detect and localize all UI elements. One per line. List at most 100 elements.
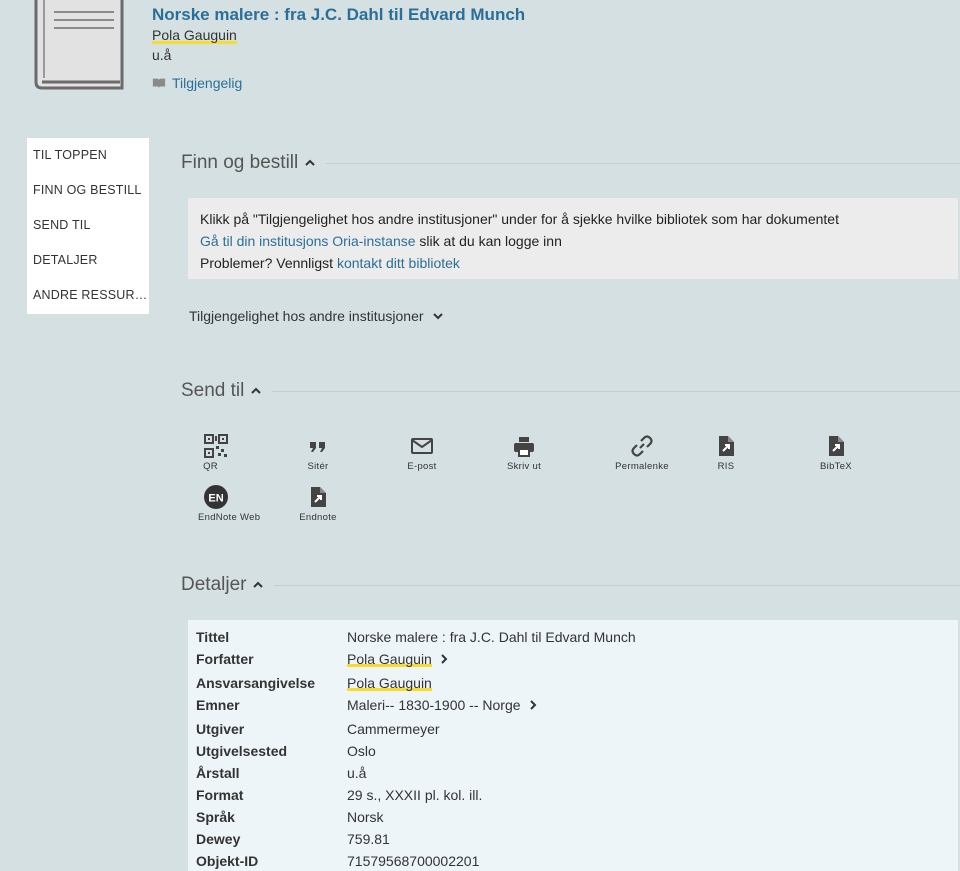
nav-item-find-order[interactable]: FINN OG BESTILL xyxy=(27,173,149,208)
details-value: Cammermeyer xyxy=(347,721,440,737)
details-row-publisher: Utgiver Cammermeyer xyxy=(196,721,440,737)
send-endnote-web-button[interactable]: EN EndNote Web xyxy=(198,484,268,523)
file-export-icon xyxy=(829,436,844,456)
other-institutions-label: Tilgjengelighet hos andre institusjoner xyxy=(189,308,424,324)
details-label: Tittel xyxy=(196,629,230,645)
chevron-right-icon[interactable] xyxy=(438,653,450,665)
send-cite-button[interactable]: Sitér xyxy=(283,433,353,472)
details-value: Oslo xyxy=(347,743,376,759)
side-navigation: TIL TOPPEN FINN OG BESTILL SEND TIL DETA… xyxy=(27,138,149,314)
details-label: Emner xyxy=(196,697,240,713)
send-qr-label: QR xyxy=(203,461,218,472)
info-line-instructions: Klikk på "Tilgjengelighet hos andre inst… xyxy=(200,211,839,227)
details-label: Språk xyxy=(196,809,235,825)
contact-library-link[interactable]: kontakt ditt bibliotek xyxy=(337,255,460,271)
details-value-wrap: Pola Gauguin xyxy=(347,675,432,691)
responsibility-link[interactable]: Pola Gauguin xyxy=(347,675,432,691)
send-print-label: Skriv ut xyxy=(506,461,542,472)
file-export-icon xyxy=(719,436,734,456)
book-open-icon xyxy=(152,78,166,89)
details-row-title: Tittel Norske malere : fra J.C. Dahl til… xyxy=(196,629,636,645)
details-row-object-id: Objekt-ID 71579568700002201 xyxy=(196,853,479,869)
send-bibtex-button[interactable]: BibTeX xyxy=(801,433,871,472)
details-row-format: Format 29 s., XXXII pl. kol. ill. xyxy=(196,787,482,803)
info-line-institution-rest: slik at du kan logge inn xyxy=(415,233,562,249)
subject-link[interactable]: Maleri-- 1830-1900 -- Norge xyxy=(347,697,521,713)
details-label: Utgiver xyxy=(196,721,245,737)
details-label: Forfatter xyxy=(196,651,254,667)
details-section-header: Detaljer xyxy=(181,574,960,596)
details-value: u.å xyxy=(347,765,367,781)
details-row-year: Årstall u.å xyxy=(196,765,366,781)
record-title[interactable]: Norske malere : fra J.C. Dahl til Edvard… xyxy=(152,5,525,25)
details-table: Tittel Norske malere : fra J.C. Dahl til… xyxy=(188,620,958,871)
send-bibtex-label: BibTeX xyxy=(820,461,852,472)
finn-section-title[interactable]: Finn og bestill xyxy=(181,152,298,174)
details-row-dewey: Dewey 759.81 xyxy=(196,831,390,847)
nav-item-other-resources[interactable]: ANDRE RESSURSER xyxy=(27,278,149,313)
problems-text: Problemer? Vennligst xyxy=(200,255,337,271)
printer-icon xyxy=(514,437,534,457)
details-label: Objekt-ID xyxy=(196,853,259,869)
section-divider xyxy=(272,390,960,392)
details-value-wrap: Pola Gauguin xyxy=(347,651,450,667)
send-cite-label: Sitér xyxy=(307,461,329,472)
envelope-icon xyxy=(411,438,433,454)
author-link[interactable]: Pola Gauguin xyxy=(347,651,432,667)
details-label: Årstall xyxy=(196,765,240,781)
book-cover-icon xyxy=(34,0,124,90)
send-qr-button[interactable]: QR xyxy=(181,433,251,472)
section-divider xyxy=(274,584,960,586)
details-label: Ansvarsangivelse xyxy=(196,675,316,691)
details-value: 71579568700002201 xyxy=(347,853,480,869)
info-line-institution: Gå til din institusjons Oria-instanse sl… xyxy=(200,230,946,252)
chevron-down-icon xyxy=(432,313,443,320)
details-value: Norsk xyxy=(347,809,384,825)
details-value: 759.81 xyxy=(347,831,390,847)
section-divider xyxy=(326,162,960,164)
send-endnote-web-label: EndNote Web xyxy=(198,512,261,523)
file-export-icon xyxy=(311,487,326,507)
send-section-title[interactable]: Send til xyxy=(181,380,244,402)
nav-item-top[interactable]: TIL TOPPEN xyxy=(27,138,149,173)
send-email-label: E-post xyxy=(407,461,437,472)
institution-instance-link[interactable]: Gå til din institusjons Oria-instanse xyxy=(200,233,416,249)
chevron-right-icon[interactable] xyxy=(527,699,539,711)
info-line-problems: Problemer? Vennligst kontakt ditt biblio… xyxy=(200,252,946,274)
availability-link[interactable]: Tilgjengelig xyxy=(152,75,242,91)
details-value: Norske malere : fra J.C. Dahl til Edvard… xyxy=(347,629,636,645)
nav-item-details[interactable]: DETALJER xyxy=(27,243,149,278)
send-section-header: Send til xyxy=(181,380,960,402)
details-label: Format xyxy=(196,787,244,803)
send-ris-label: RIS xyxy=(717,461,735,472)
send-endnote-button[interactable]: Endnote xyxy=(283,484,353,523)
find-info-box: Klikk på "Tilgjengelighet hos andre inst… xyxy=(188,198,958,279)
details-section-title[interactable]: Detaljer xyxy=(181,574,246,596)
details-label: Utgivelsested xyxy=(196,743,288,759)
details-row-responsibility: Ansvarsangivelse Pola Gauguin xyxy=(196,675,432,691)
send-email-button[interactable]: E-post xyxy=(387,433,457,472)
chevron-up-icon[interactable] xyxy=(250,385,262,397)
send-ris-button[interactable]: RIS xyxy=(691,433,761,472)
details-row-author: Forfatter Pola Gauguin xyxy=(196,651,450,667)
svg-text:EN: EN xyxy=(208,493,223,505)
send-print-button[interactable]: Skriv ut xyxy=(489,433,559,472)
details-value: 29 s., XXXII pl. kol. ill. xyxy=(347,787,483,803)
details-row-subjects: Emner Maleri-- 1830-1900 -- Norge xyxy=(196,697,539,713)
details-label: Dewey xyxy=(196,831,241,847)
nav-item-send-to[interactable]: SEND TIL xyxy=(27,208,149,243)
endnote-en-icon: EN xyxy=(204,485,228,509)
details-value-wrap: Maleri-- 1830-1900 -- Norge xyxy=(347,697,539,713)
record-date: u.å xyxy=(152,47,172,63)
qr-code-icon xyxy=(204,434,228,458)
chevron-up-icon[interactable] xyxy=(252,579,264,591)
details-row-place: Utgivelsested Oslo xyxy=(196,743,376,759)
details-row-language: Språk Norsk xyxy=(196,809,384,825)
chevron-up-icon[interactable] xyxy=(304,157,316,169)
other-institutions-toggle[interactable]: Tilgjengelighet hos andre institusjoner xyxy=(189,308,444,324)
quote-icon xyxy=(310,442,325,452)
availability-label: Tilgjengelig xyxy=(172,75,243,91)
send-permalink-button[interactable]: Permalenke xyxy=(607,433,677,472)
record-author-link[interactable]: Pola Gauguin xyxy=(152,27,237,44)
link-icon xyxy=(631,435,653,457)
